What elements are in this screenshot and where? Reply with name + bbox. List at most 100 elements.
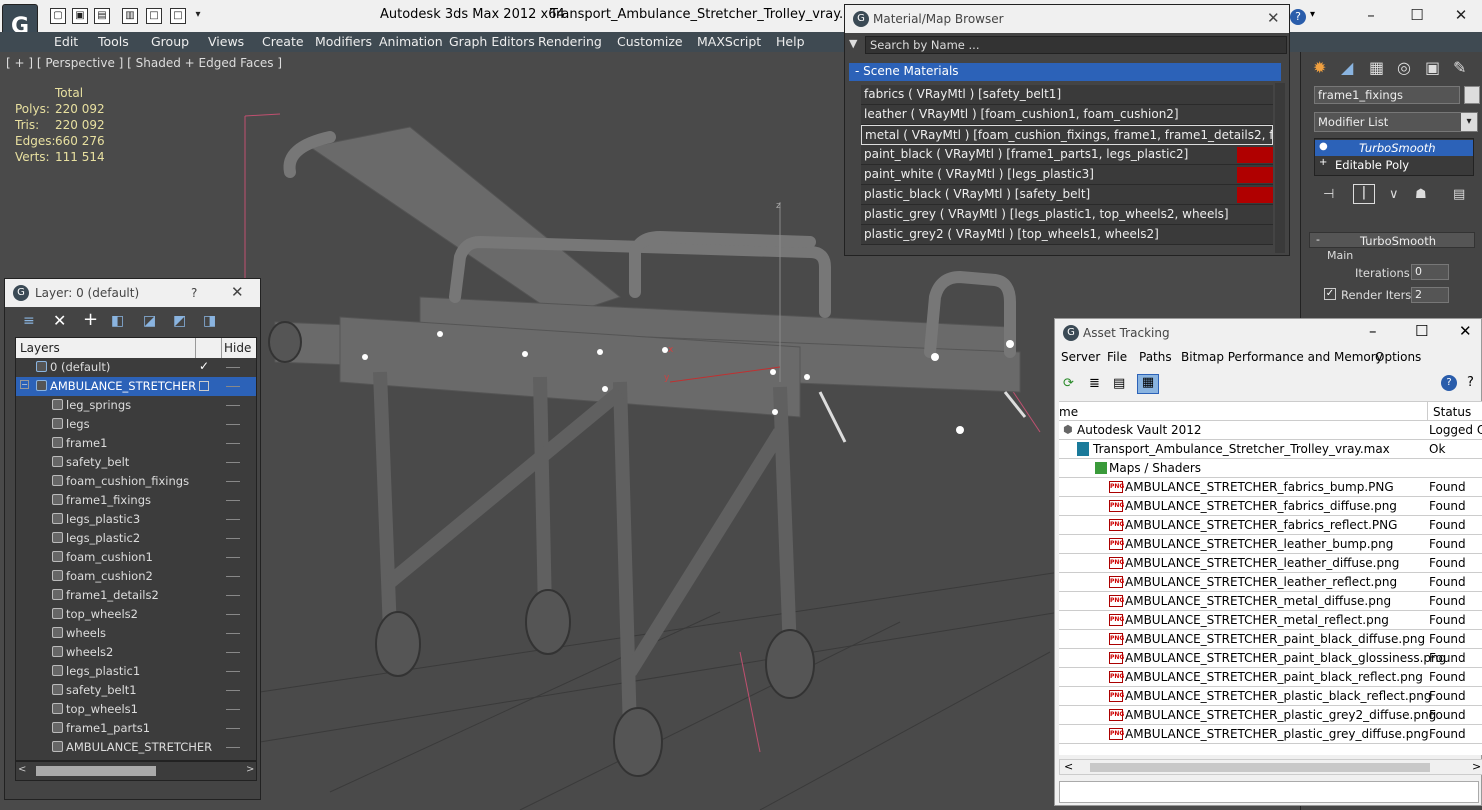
menu-edit[interactable]: Edit [54,34,78,49]
asset-row-map[interactable]: PNG AMBULANCE_STRETCHER_paint_black_gloss… [1059,649,1482,668]
show-end-result-icon[interactable]: | [1353,184,1375,204]
utilities-tab-icon[interactable]: ✎ [1453,58,1466,77]
undo-icon[interactable]: □ [146,8,162,24]
object-row[interactable]: wheels [16,624,256,643]
hide-toggle[interactable] [226,424,240,425]
menu-create[interactable]: Create [262,34,304,49]
asset-menu-paths[interactable]: Paths [1139,350,1172,364]
asset-hscrollbar[interactable]: < > [1059,759,1482,775]
layer-hscrollbar[interactable]: < > [15,761,257,781]
maximize-button[interactable]: ☐ [1402,5,1432,27]
object-row[interactable]: frame1 [16,434,256,453]
object-row[interactable]: legs_plastic2 [16,529,256,548]
asset-row-map[interactable]: PNG AMBULANCE_STRETCHER_fabrics_reflect.P… [1059,516,1482,535]
asset-menu-bitmap-performance[interactable]: Bitmap Performance and Memory [1181,350,1383,364]
asset-row-map[interactable]: PNG AMBULANCE_STRETCHER_leather_bump.png F… [1059,535,1482,554]
asset-close-button[interactable]: ✕ [1459,322,1472,340]
asset-table-body[interactable]: ⬢ Autodesk Vault 2012 Logged O Transport… [1059,421,1482,755]
material-row[interactable]: fabrics ( VRayMtl ) [safety_belt1] [861,85,1273,105]
scene-materials-group-header[interactable]: - Scene Materials [849,63,1281,81]
object-row[interactable]: foam_cushion2 [16,567,256,586]
new-file-icon[interactable]: ▢ [50,8,66,24]
asset-help-icon[interactable]: ? [1441,375,1457,391]
material-row[interactable]: plastic_grey2 ( VRayMtl ) [top_wheels1, … [861,225,1273,245]
save-file-icon[interactable]: ▤ [94,8,110,24]
hide-toggle[interactable] [226,709,240,710]
menu-animation[interactable]: Animation [379,34,443,49]
create-tab-icon[interactable]: ✹ [1313,58,1326,77]
freeze-all-layers-icon[interactable]: ◨ [203,313,216,329]
remove-modifier-icon[interactable]: ☗ [1415,187,1427,202]
select-objects-icon[interactable]: ◧ [111,313,124,329]
project-folder-icon[interactable]: ▥ [122,8,138,24]
hide-toggle[interactable] [226,595,240,596]
layer-row-default[interactable]: 0 (default) ✓ [16,358,256,377]
tree-view-icon[interactable]: ▤ [1113,376,1125,391]
menu-graph-editors[interactable]: Graph Editors [449,34,535,49]
hide-toggle[interactable] [226,652,240,653]
object-color-swatch[interactable] [1464,86,1480,104]
hide-toggle[interactable] [226,671,240,672]
asset-row-map[interactable]: PNG AMBULANCE_STRETCHER_plastic_black_ref… [1059,687,1482,706]
lightbulb-icon[interactable]: ● [1319,141,1328,152]
menu-group[interactable]: Group [151,34,189,49]
refresh-icon[interactable]: ⟳ [1063,376,1074,391]
asset-row-map[interactable]: PNG AMBULANCE_STRETCHER_fabrics_diffuse.p… [1059,497,1482,516]
asset-row-map[interactable]: PNG AMBULANCE_STRETCHER_leather_reflect.p… [1059,573,1482,592]
menu-customize[interactable]: Customize [617,34,683,49]
hide-toggle[interactable] [226,538,240,539]
object-name-field[interactable]: frame1_fixings [1314,86,1460,104]
scroll-thumb[interactable] [1090,763,1430,772]
asset-menu-server[interactable]: Server [1061,350,1100,364]
asset-menu-options[interactable]: Options [1375,350,1421,364]
layers-table[interactable]: Layers Hide 0 (default) ✓ − AMBULANCE_ST… [15,337,257,761]
asset-row-map[interactable]: PNG AMBULANCE_STRETCHER_fabrics_bump.PNG F… [1059,478,1482,497]
object-row[interactable]: legs_plastic1 [16,662,256,681]
material-row[interactable]: plastic_black ( VRayMtl ) [safety_belt] [861,185,1273,205]
help-dropdown-icon[interactable]: ▾ [1310,9,1315,20]
layer-panel-close-button[interactable]: ✕ [231,283,244,301]
object-row[interactable]: legs [16,415,256,434]
menu-help[interactable]: Help [776,34,805,49]
menu-rendering[interactable]: Rendering [538,34,602,49]
stack-item-editable-poly[interactable]: + Editable Poly [1315,157,1473,173]
asset-row-map[interactable]: PNG AMBULANCE_STRETCHER_metal_reflect.png… [1059,611,1482,630]
asset-row-map[interactable]: PNG AMBULANCE_STRETCHER_leather_diffuse.p… [1059,554,1482,573]
material-browser-close-button[interactable]: ✕ [1267,9,1280,27]
object-row[interactable]: frame1_details2 [16,586,256,605]
stack-item-turbosmooth[interactable]: ● TurboSmooth [1315,140,1473,156]
hierarchy-tab-icon[interactable]: ▦ [1369,58,1384,77]
object-row[interactable]: AMBULANCE_STRETCHER [16,738,256,757]
modifier-stack[interactable]: ● TurboSmooth + Editable Poly [1314,138,1474,176]
asset-row-map[interactable]: PNG AMBULANCE_STRETCHER_metal_diffuse.png… [1059,592,1482,611]
make-unique-icon[interactable]: ∨ [1389,187,1399,202]
collapse-icon[interactable]: − [20,380,29,389]
object-row[interactable]: safety_belt [16,453,256,472]
active-layer-check-icon[interactable]: ✓ [199,359,209,373]
hide-toggle[interactable] [226,633,240,634]
col-hide-header[interactable]: Hide [221,338,256,358]
chevron-down-icon[interactable]: ▾ [1461,113,1477,131]
material-list-scrollbar[interactable] [1275,83,1285,253]
help-icon[interactable]: ? [1290,9,1306,25]
open-file-icon[interactable]: ▣ [72,8,88,24]
object-row[interactable]: top_wheels1 [16,700,256,719]
object-row[interactable]: foam_cushion1 [16,548,256,567]
scroll-thumb[interactable] [36,766,156,776]
asset-path-field[interactable] [1059,781,1479,803]
iterations-spinner[interactable]: 0 [1411,264,1449,280]
delete-layer-icon[interactable]: ✕ [53,311,66,330]
asset-row-max-file[interactable]: Transport_Ambulance_Stretcher_Trolley_vr… [1059,440,1482,459]
object-row[interactable]: frame1_parts1 [16,719,256,738]
expand-icon[interactable]: + [1319,157,1327,168]
asset-row-map[interactable]: PNG AMBULANCE_STRETCHER_paint_black_diffu… [1059,630,1482,649]
pin-stack-icon[interactable]: ⊣ [1323,187,1334,202]
layer-panel-help-button[interactable]: ? [191,286,197,300]
hide-toggle[interactable] [226,462,240,463]
browser-options-dropdown-icon[interactable]: ▼ [849,37,857,50]
hide-toggle[interactable] [226,728,240,729]
asset-row-map[interactable]: PNG AMBULANCE_STRETCHER_paint_black_refle… [1059,668,1482,687]
display-tab-icon[interactable]: ▣ [1425,58,1440,77]
hide-toggle[interactable] [226,443,240,444]
turbosmooth-rollout-header[interactable]: - TurboSmooth [1309,232,1475,248]
